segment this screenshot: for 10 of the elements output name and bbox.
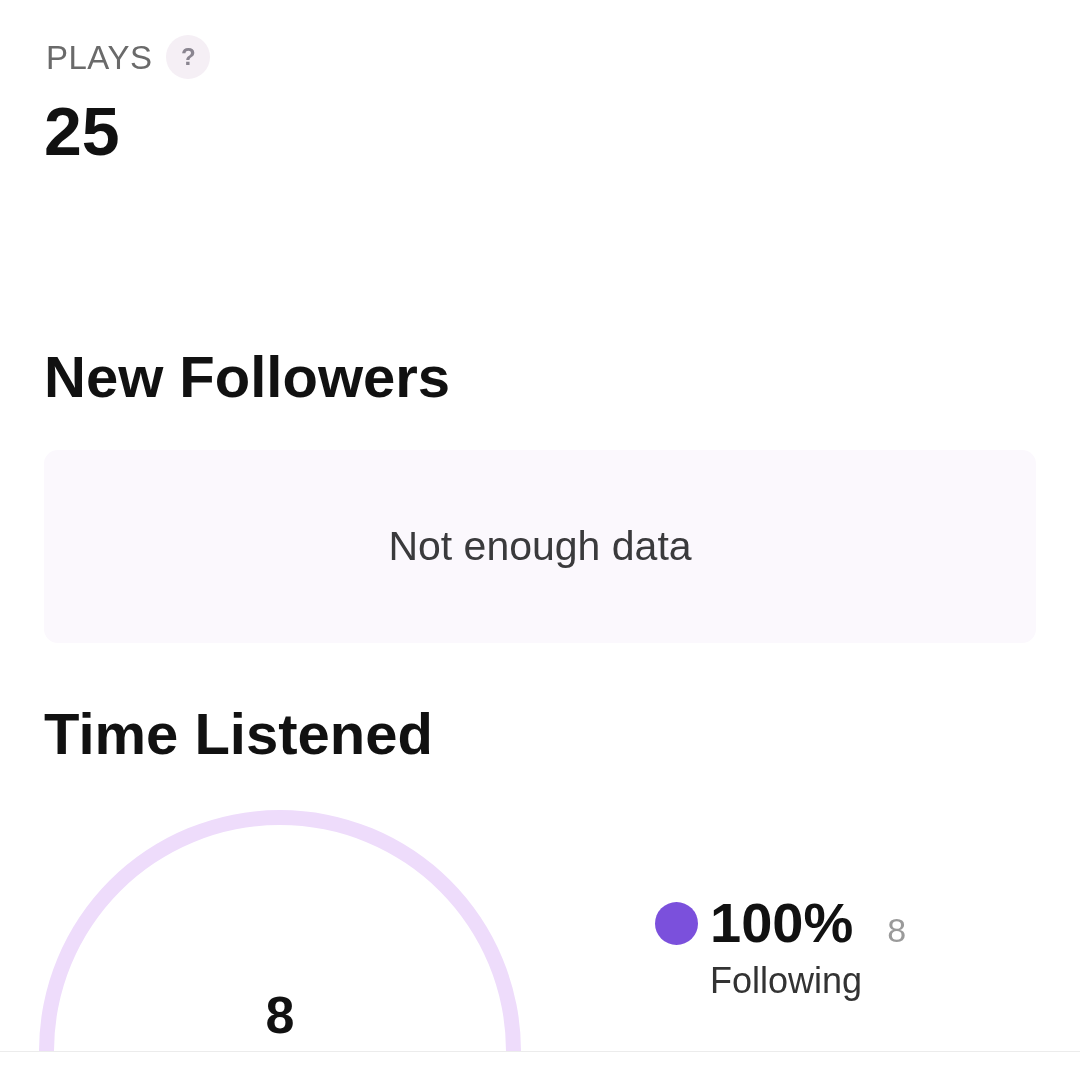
donut-center-value: 8 [265,989,295,1041]
legend-count: 8 [887,913,907,947]
section-title: New Followers [44,348,451,406]
legend-label: Following [710,963,863,999]
stat-value: 25 [44,97,120,165]
legend-percent: 100% [710,895,854,951]
empty-state-message: Not enough data [388,526,692,567]
stat-label: PLAYS [45,40,153,74]
help-button[interactable]: ? [166,35,211,79]
section-title: Time Listened [44,705,433,763]
